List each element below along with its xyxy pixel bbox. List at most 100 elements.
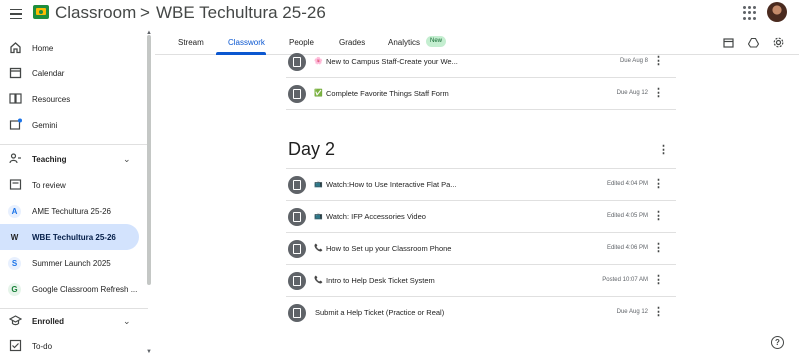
- resources-icon: [9, 93, 22, 104]
- classwork-item[interactable]: 📞 Intro to Help Desk Ticket System Poste…: [286, 265, 676, 297]
- main-menu-icon[interactable]: [6, 4, 26, 24]
- more-options-icon[interactable]: ⋮: [653, 307, 664, 318]
- classwork-item[interactable]: 📺 Watch: IFP Accessories Video Edited 4:…: [286, 201, 676, 233]
- sidebar-item-calendar[interactable]: Calendar: [0, 60, 139, 86]
- calendar-icon[interactable]: [723, 37, 734, 48]
- sidebar-section-enrolled[interactable]: Enrolled ⌄: [0, 308, 139, 334]
- material-icon: [288, 240, 306, 258]
- top-app-bar: Classroom > WBE Techultura 25-26: [0, 0, 799, 28]
- item-title: Complete Favorite Things Staff Form: [326, 89, 449, 98]
- phone-icon: 📞: [314, 277, 323, 284]
- more-options-icon[interactable]: ⋮: [653, 88, 664, 99]
- tab-stream[interactable]: Stream: [178, 38, 204, 47]
- google-apps-icon[interactable]: [743, 6, 757, 20]
- sidebar-item-ame-techultura[interactable]: A AME Techultura 25-26: [0, 198, 139, 224]
- sidebar-item-to-review[interactable]: To review: [0, 172, 139, 198]
- sidebar-item-label: Home: [32, 43, 54, 53]
- assignment-icon: [288, 85, 306, 103]
- chevron-down-icon[interactable]: ⌄: [123, 154, 131, 165]
- sidebar-item-summer-launch[interactable]: S Summer Launch 2025: [0, 250, 139, 276]
- chevron-down-icon[interactable]: ⌄: [123, 316, 131, 327]
- account-avatar[interactable]: [767, 2, 787, 22]
- item-due-date: Due Aug 12: [616, 90, 648, 96]
- sidebar-item-label: Calendar: [32, 68, 65, 78]
- check-icon: ✅: [314, 90, 323, 97]
- classwork-item[interactable]: ✅ Complete Favorite Things Staff Form Du…: [286, 78, 676, 110]
- assignment-icon: [288, 304, 306, 322]
- item-edited-time: Edited 4:06 PM: [606, 245, 648, 251]
- item-title: How to Set up your Classroom Phone: [326, 244, 452, 253]
- more-options-icon[interactable]: ⋮: [658, 143, 669, 156]
- course-letter-avatar: G: [8, 283, 21, 296]
- classroom-logo[interactable]: [33, 5, 49, 19]
- to-do-icon: [9, 339, 22, 352]
- phone-icon: 📞: [314, 245, 323, 252]
- classwork-item[interactable]: 🌸 New to Campus Staff-Create your We... …: [286, 46, 676, 78]
- sidebar-item-google-classroom-refresh[interactable]: G Google Classroom Refresh ...: [0, 276, 139, 302]
- item-edited-time: Edited 4:05 PM: [606, 213, 648, 219]
- scroll-down-arrow[interactable]: ▼: [146, 349, 152, 355]
- sidebar-item-home[interactable]: Home: [0, 35, 139, 61]
- sidebar: Home Calendar Resources Gemini Teaching …: [0, 35, 148, 359]
- sidebar-item-gemini[interactable]: Gemini: [0, 112, 139, 138]
- enrolled-icon: [9, 315, 22, 326]
- tab-classwork[interactable]: Classwork: [228, 38, 265, 47]
- app-title[interactable]: Classroom: [55, 3, 136, 23]
- item-title: Submit a Help Ticket (Practice or Real): [315, 308, 445, 317]
- item-due-date: Due Aug 8: [619, 58, 648, 64]
- more-options-icon[interactable]: ⋮: [653, 179, 664, 190]
- sidebar-item-label: Google Classroom Refresh ...: [32, 284, 138, 294]
- teaching-icon: [9, 153, 21, 164]
- item-title: Watch:How to Use Interactive Flat Pa...: [326, 180, 457, 189]
- sidebar-item-label: Summer Launch 2025: [32, 258, 111, 268]
- sidebar-divider: [0, 144, 148, 145]
- item-title: Watch: IFP Accessories Video: [326, 212, 426, 221]
- more-options-icon[interactable]: ⋮: [653, 243, 664, 254]
- assignment-icon: [288, 53, 306, 71]
- item-edited-time: Edited 4:04 PM: [606, 181, 648, 187]
- sidebar-item-label: Gemini: [32, 120, 58, 130]
- classwork-item[interactable]: 📞 How to Set up your Classroom Phone Edi…: [286, 233, 676, 265]
- material-icon: [288, 176, 306, 194]
- sidebar-item-to-do[interactable]: To-do: [0, 333, 139, 359]
- sidebar-item-label: Resources: [32, 94, 71, 104]
- sidebar-section-teaching[interactable]: Teaching ⌄: [0, 146, 139, 172]
- gemini-icon: [9, 118, 22, 130]
- more-options-icon[interactable]: ⋮: [653, 56, 664, 67]
- sidebar-item-wbe-techultura[interactable]: W WBE Techultura 25-26: [0, 224, 139, 250]
- flower-icon: 🌸: [314, 58, 323, 65]
- settings-icon[interactable]: [773, 37, 784, 48]
- material-icon: [288, 272, 306, 290]
- classwork-item[interactable]: 📺 Watch:How to Use Interactive Flat Pa..…: [286, 169, 676, 201]
- tv-icon: 📺: [314, 181, 323, 188]
- sidebar-scrollbar[interactable]: [147, 35, 151, 285]
- topic-title[interactable]: Day 2: [288, 139, 335, 160]
- breadcrumb-separator: >: [140, 3, 150, 22]
- sidebar-item-label: To review: [32, 180, 66, 190]
- course-letter-avatar: S: [8, 257, 21, 270]
- home-icon: [10, 42, 21, 54]
- active-tab-indicator: [216, 52, 266, 55]
- classwork-item[interactable]: Submit a Help Ticket (Practice or Real) …: [286, 297, 676, 329]
- item-posted-time: Posted 10:07 AM: [602, 277, 648, 283]
- item-title: New to Campus Staff-Create your We...: [326, 57, 458, 66]
- teaching-label: Teaching: [32, 154, 67, 164]
- calendar-icon: [9, 67, 22, 79]
- item-due-date: Due Aug 12: [616, 309, 648, 315]
- course-letter-avatar: A: [8, 205, 21, 218]
- help-icon[interactable]: ?: [771, 336, 784, 349]
- to-review-icon: [9, 179, 22, 190]
- more-options-icon[interactable]: ⋮: [653, 275, 664, 286]
- drive-icon[interactable]: [748, 37, 759, 48]
- course-letter-avatar: W: [8, 231, 21, 244]
- course-title[interactable]: WBE Techultura 25-26: [156, 3, 326, 23]
- item-title: Intro to Help Desk Ticket System: [326, 276, 435, 285]
- sidebar-item-resources[interactable]: Resources: [0, 86, 139, 112]
- sidebar-item-label: WBE Techultura 25-26: [32, 232, 116, 242]
- enrolled-label: Enrolled: [32, 316, 65, 326]
- sidebar-item-label: AME Techultura 25-26: [32, 206, 112, 216]
- more-options-icon[interactable]: ⋮: [653, 211, 664, 222]
- material-icon: [288, 208, 306, 226]
- sidebar-item-label: To-do: [32, 341, 53, 351]
- tv-icon: 📺: [314, 213, 323, 220]
